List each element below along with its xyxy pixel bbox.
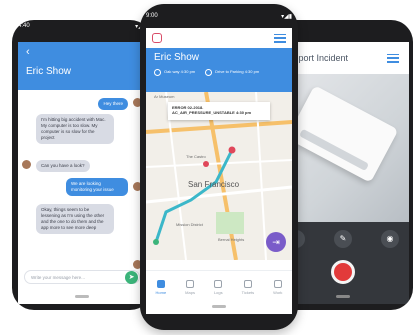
menu-icon[interactable] bbox=[274, 33, 286, 43]
map-label: Ar Museum bbox=[154, 94, 175, 99]
trip-from-label: Oak way 4:30 pm bbox=[164, 69, 196, 74]
tab-label: Maps bbox=[185, 290, 195, 295]
app-showcase: 4:40▾◢▮ ‹ Eric Show Hey there I'm hittin… bbox=[0, 0, 414, 335]
incident-card[interactable]: ERROR 02-2018. AC_AIR_PRESSURE_UNSTABLE … bbox=[168, 102, 270, 120]
tab-maps[interactable]: Maps bbox=[185, 280, 195, 295]
back-arrow-icon[interactable]: ‹ bbox=[26, 46, 138, 58]
home-indicator bbox=[336, 295, 350, 298]
trip-to-label: Drive to Parking 4:30 pm bbox=[215, 69, 260, 74]
tab-home[interactable]: Home bbox=[155, 280, 167, 295]
chat-header: ‹ Eric Show bbox=[18, 42, 146, 90]
message-bubble: We are looking monitoring your issue bbox=[66, 178, 128, 196]
avatar bbox=[22, 160, 31, 169]
chat-screen: ‹ Eric Show Hey there I'm hitting big ac… bbox=[18, 42, 146, 304]
air-conditioner-image bbox=[286, 85, 399, 183]
tab-label: Tickets bbox=[241, 290, 255, 295]
profile-name: Eric Show bbox=[154, 52, 200, 63]
pen-icon[interactable]: ✎ bbox=[334, 230, 352, 248]
help-icon[interactable] bbox=[152, 33, 162, 43]
profile-header: Eric Show Oak way 4:30 pm Drive to Parki… bbox=[146, 48, 292, 92]
chat-title: Eric Show bbox=[26, 66, 72, 77]
map-icon bbox=[186, 280, 195, 288]
home-indicator bbox=[75, 295, 89, 298]
menu-icon[interactable] bbox=[387, 53, 399, 63]
status-bar: 9:00 ▾◢▮ bbox=[140, 4, 298, 28]
signal-icon: ▾◢▮ bbox=[281, 13, 292, 20]
car-icon bbox=[154, 69, 161, 76]
incident-marker bbox=[203, 161, 209, 167]
record-button[interactable] bbox=[331, 260, 355, 284]
trip-to: Drive to Parking 4:30 pm bbox=[205, 69, 259, 76]
bottom-tab-bar: Home Maps Logs Tickets Work bbox=[146, 270, 292, 304]
camera-icon[interactable]: ◉ bbox=[381, 230, 399, 248]
message-input[interactable]: Write your message here... bbox=[24, 270, 140, 284]
status-time: 4:40 bbox=[18, 23, 30, 29]
tab-logs[interactable]: Logs bbox=[214, 280, 223, 295]
message-bubble: Hey there bbox=[98, 98, 128, 110]
status-time: 9:00 bbox=[146, 13, 158, 19]
top-strip bbox=[146, 28, 292, 48]
tab-tickets[interactable]: Tickets bbox=[241, 280, 255, 295]
trip-info: Oak way 4:30 pm Drive to Parking 4:30 pm bbox=[154, 69, 284, 76]
send-button[interactable]: ➤ bbox=[125, 271, 138, 284]
home-icon bbox=[156, 280, 165, 288]
map-screen: Eric Show Oak way 4:30 pm Drive to Parki… bbox=[146, 28, 292, 314]
message-bubble: Can you have a look? bbox=[36, 160, 90, 172]
trip-from: Oak way 4:30 pm bbox=[154, 69, 195, 76]
phone-chat: 4:40▾◢▮ ‹ Eric Show Hey there I'm hittin… bbox=[12, 20, 152, 310]
phone-map: 9:00 ▾◢▮ Eric Show Oak way 4:30 pm Drive … bbox=[140, 4, 298, 330]
tab-work[interactable]: Work bbox=[273, 280, 282, 295]
message-bubble: I'm hitting big accident with Mac. My co… bbox=[36, 114, 114, 144]
location-icon bbox=[205, 69, 213, 76]
tab-label: Home bbox=[155, 290, 167, 295]
map-label: San Francisco bbox=[188, 180, 240, 189]
start-marker bbox=[153, 239, 159, 245]
home-indicator bbox=[212, 305, 226, 308]
tickets-icon bbox=[243, 280, 252, 288]
action-fab-button[interactable]: ⇥ bbox=[266, 232, 286, 252]
destination-marker bbox=[228, 146, 236, 154]
tab-label: Work bbox=[273, 290, 283, 295]
status-bar: 4:40▾◢▮ bbox=[12, 20, 152, 32]
map-view[interactable]: ERROR 02-2018. AC_AIR_PRESSURE_UNSTABLE … bbox=[146, 92, 292, 260]
logs-icon bbox=[214, 280, 223, 288]
work-icon bbox=[273, 280, 282, 288]
map-label: The Castro bbox=[186, 154, 206, 159]
map-label: Bernal Heights bbox=[218, 237, 245, 242]
tab-label: Logs bbox=[213, 290, 223, 295]
map-label: Mission District bbox=[176, 222, 203, 227]
message-bubble: Okay, things seem to be lessening as I'm… bbox=[36, 204, 114, 234]
chat-body: Hey there I'm hitting big accident with … bbox=[18, 90, 146, 270]
